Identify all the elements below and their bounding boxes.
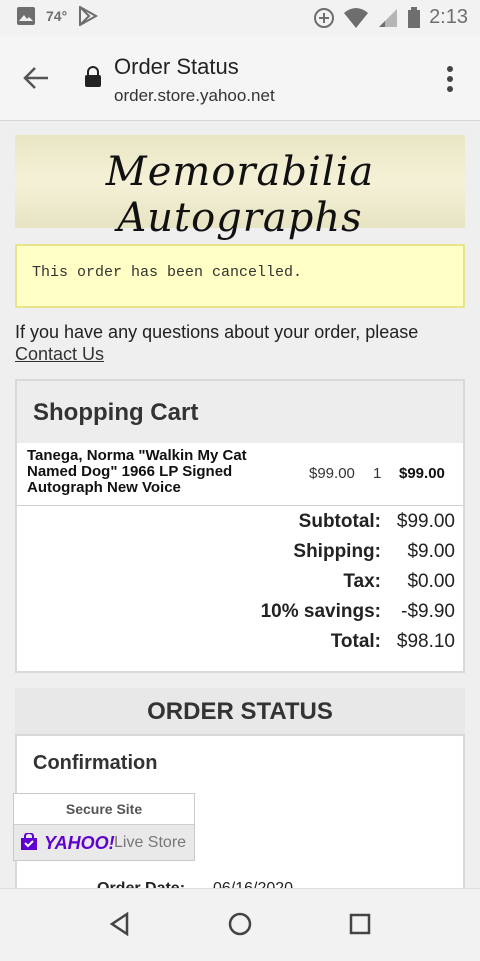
play-store-icon — [79, 6, 99, 26]
savings-label: 10% savings: — [260, 601, 381, 622]
cart-totals: Subtotal: $99.00 Shipping: $9.00 Tax: $0… — [17, 509, 463, 659]
store-logo[interactable]: Memorabilia Autographs — [15, 135, 465, 241]
page-title[interactable]: Order Status — [114, 54, 239, 80]
yahoo-logo: YAHOO! — [44, 833, 115, 853]
home-circle-icon[interactable] — [225, 909, 255, 939]
confirmation-title: Confirmation — [33, 752, 158, 774]
secure-site-label: Secure Site — [14, 794, 194, 825]
subtotal-label: Subtotal: — [298, 511, 381, 532]
shopping-bag-icon — [21, 833, 37, 850]
back-triangle-icon[interactable] — [105, 909, 135, 939]
live-store-label: Live Store — [114, 834, 187, 851]
questions-text: If you have any questions about your ord… — [15, 321, 465, 365]
total-row: Total: $98.10 — [17, 629, 463, 659]
cart-title: Shopping Cart — [33, 399, 199, 426]
savings-value: -$9.90 — [401, 601, 455, 622]
order-date-value: 06/16/2020 — [213, 880, 293, 888]
item-name[interactable]: Tanega, Norma "Walkin My Cat Named Dog" … — [27, 448, 267, 496]
questions-label: If you have any questions about your ord… — [15, 322, 419, 342]
gallery-icon — [17, 7, 35, 25]
secure-site-badge[interactable]: Secure Site YAHOO! Live Store — [13, 793, 195, 861]
status-bar: 74° 2:13 — [0, 0, 480, 36]
shopping-cart-panel: Shopping Cart Tanega, Norma "Walkin My C… — [15, 379, 465, 673]
total-label: Total: — [330, 631, 381, 652]
back-arrow-icon[interactable] — [22, 64, 50, 92]
order-status-title: ORDER STATUS — [147, 698, 333, 725]
total-value: $98.10 — [396, 631, 455, 652]
yahoo-live-store: YAHOO! Live Store — [14, 825, 194, 860]
subtotal-row: Subtotal: $99.00 — [17, 509, 463, 539]
cart-header: Shopping Cart — [17, 381, 463, 443]
url-domain[interactable]: order.store.yahoo.net — [114, 86, 275, 106]
divider — [17, 505, 463, 506]
tax-value: $0.00 — [407, 571, 455, 592]
lock-icon — [85, 66, 101, 87]
notice-text: This order has been cancelled. — [32, 264, 303, 281]
tax-label: Tax: — [343, 571, 381, 592]
order-date-label: Order Date: — [97, 880, 185, 888]
item-total: $99.00 — [399, 465, 445, 482]
data-saver-icon — [314, 7, 335, 28]
signal-icon — [379, 8, 398, 27]
browser-toolbar: Order Status order.store.yahoo.net — [0, 36, 480, 121]
item-price: $99.00 — [309, 465, 355, 482]
recents-square-icon[interactable] — [345, 909, 375, 939]
shipping-value: $9.00 — [407, 541, 455, 562]
tax-row: Tax: $0.00 — [17, 569, 463, 599]
subtotal-value: $99.00 — [396, 511, 455, 532]
navigation-bar — [0, 888, 480, 961]
order-status-header: ORDER STATUS — [15, 688, 465, 734]
item-quantity: 1 — [373, 465, 382, 482]
battery-icon — [408, 6, 421, 28]
page-content: Memorabilia Autographs This order has be… — [0, 121, 480, 888]
contact-us-link[interactable]: Contact Us — [15, 343, 104, 365]
shipping-label: Shipping: — [293, 541, 381, 562]
clock: 2:13 — [429, 6, 468, 28]
cancelled-notice: This order has been cancelled. — [15, 244, 465, 308]
wifi-icon — [344, 7, 369, 28]
temperature-indicator: 74° — [46, 8, 68, 24]
savings-row: 10% savings: -$9.90 — [17, 599, 463, 629]
shipping-row: Shipping: $9.00 — [17, 539, 463, 569]
more-options-icon[interactable] — [440, 64, 460, 94]
logo-text: Memorabilia Autographs — [105, 149, 375, 241]
